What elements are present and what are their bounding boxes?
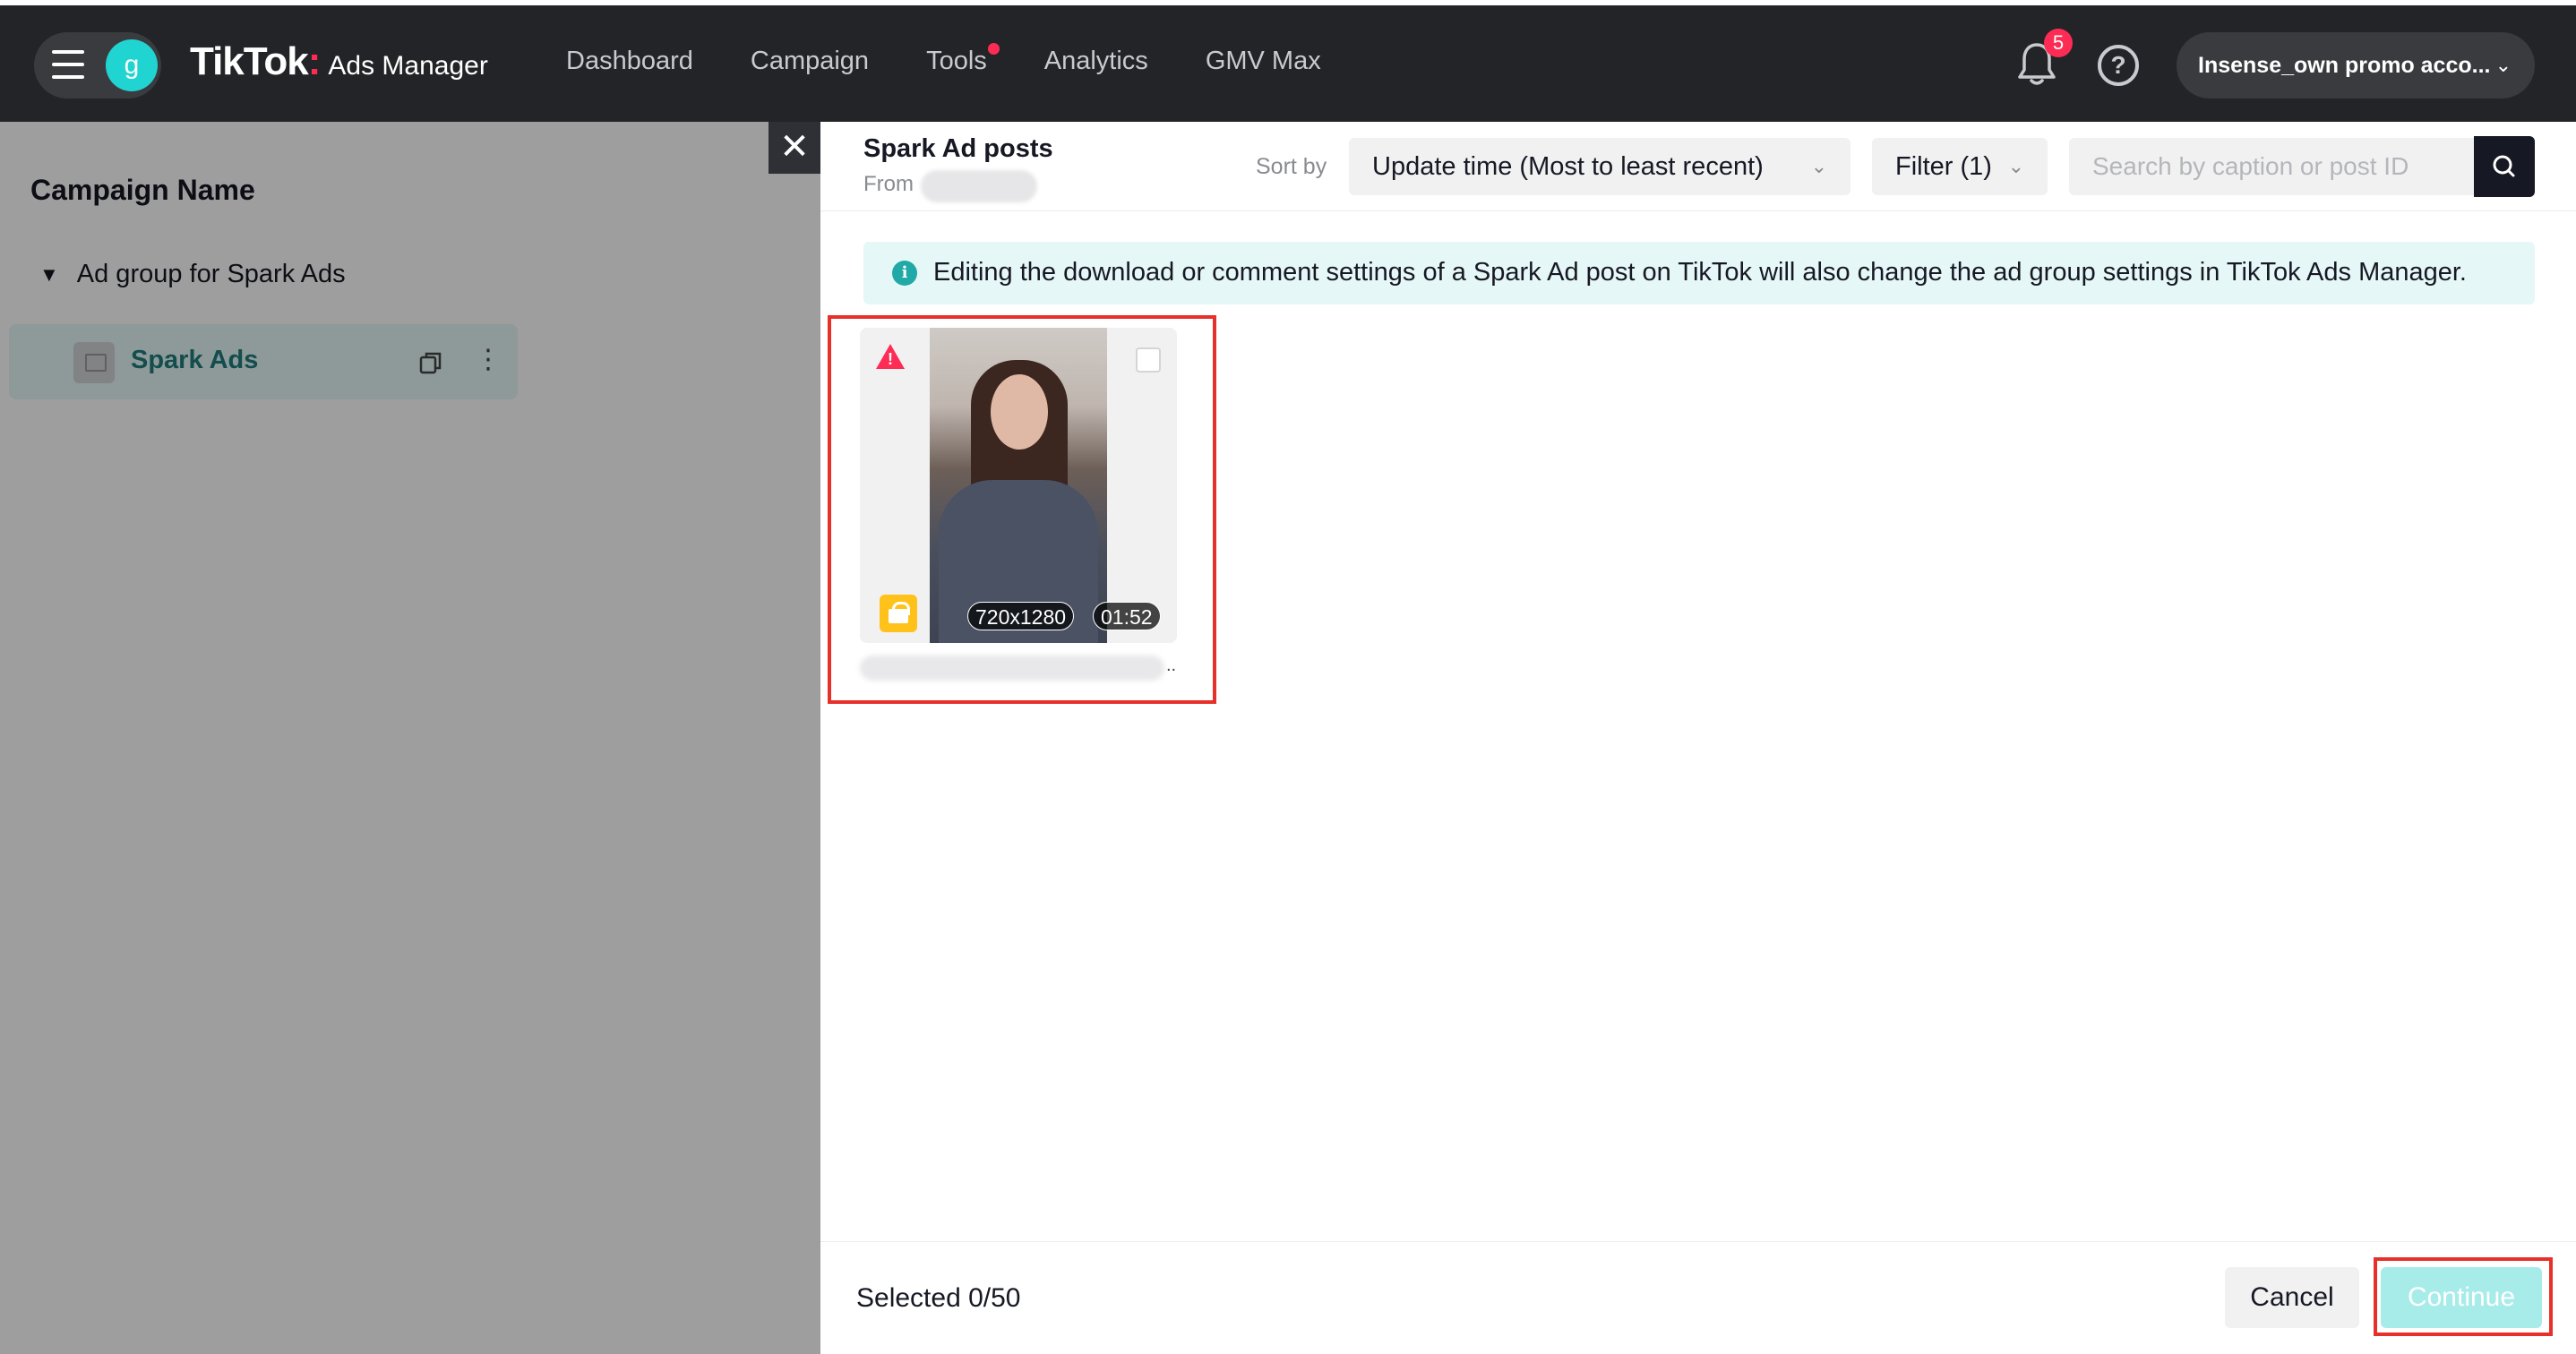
info-banner: i Editing the download or comment settin… xyxy=(863,242,2535,304)
drawer-footer: Selected 0/50 Cancel Continue xyxy=(820,1241,2576,1354)
close-icon[interactable]: ✕ xyxy=(769,122,820,174)
highlight-box-card xyxy=(828,315,1216,704)
info-icon: i xyxy=(892,261,917,286)
chevron-down-icon: ⌄ xyxy=(1810,155,1827,177)
cancel-button[interactable]: Cancel xyxy=(2225,1267,2359,1328)
tiktok-logo[interactable]: TikTok: Ads Manager xyxy=(190,39,488,84)
nav-gmv-max[interactable]: GMV Max xyxy=(1206,47,1321,76)
from-label: From xyxy=(863,172,914,196)
avatar[interactable]: g xyxy=(106,39,158,91)
menu-toggle[interactable]: g xyxy=(34,32,161,99)
highlight-box-continue xyxy=(2374,1257,2553,1336)
sort-select[interactable]: Update time (Most to least recent) ⌄ xyxy=(1349,138,1850,195)
spark-ad-posts-drawer: Spark Ad posts From Sort by Update time … xyxy=(820,122,2576,1354)
new-dot-icon xyxy=(987,43,1000,55)
nav-tools-label: Tools xyxy=(926,47,987,75)
hamburger-icon[interactable] xyxy=(52,50,84,81)
nav-analytics[interactable]: Analytics xyxy=(1044,47,1148,76)
filter-button[interactable]: Filter (1) ⌄ xyxy=(1872,138,2048,195)
logo-brand: TikTok xyxy=(190,39,309,83)
info-text: Editing the download or comment settings… xyxy=(933,258,2467,287)
account-name: Insense_own promo acco... xyxy=(2198,53,2491,78)
search-input[interactable] xyxy=(2069,138,2477,195)
drawer-title: Spark Ad posts xyxy=(863,134,1053,163)
search-icon xyxy=(2493,155,2515,177)
top-navbar: g TikTok: Ads Manager Dashboard Campaign… xyxy=(0,5,2576,122)
notification-badge: 5 xyxy=(2044,29,2073,57)
account-identity-redacted xyxy=(921,170,1037,202)
chevron-down-icon: ⌄ xyxy=(2007,155,2024,177)
sort-value: Update time (Most to least recent) xyxy=(1372,152,1764,181)
modal-overlay[interactable] xyxy=(0,122,820,1354)
chevron-down-icon: ⌄ xyxy=(2494,54,2512,76)
logo-dot: : xyxy=(307,39,322,83)
nav-campaign[interactable]: Campaign xyxy=(751,47,869,76)
nav-tools[interactable]: Tools xyxy=(926,43,1000,76)
logo-product: Ads Manager xyxy=(328,51,488,81)
search-button[interactable] xyxy=(2474,136,2535,197)
nav-dashboard[interactable]: Dashboard xyxy=(566,47,693,76)
drawer-header: Spark Ad posts From Sort by Update time … xyxy=(820,122,2576,211)
account-switcher[interactable]: Insense_own promo acco... ⌄ xyxy=(2177,32,2535,99)
selected-count: Selected 0/50 xyxy=(856,1283,1021,1313)
help-icon[interactable]: ? xyxy=(2098,45,2139,86)
filter-label: Filter (1) xyxy=(1895,152,1992,181)
sort-by-label: Sort by xyxy=(1256,154,1327,179)
main-nav: Dashboard Campaign Tools Analytics GMV M… xyxy=(566,43,1378,76)
app-window: g TikTok: Ads Manager Dashboard Campaign… xyxy=(0,0,2576,1354)
